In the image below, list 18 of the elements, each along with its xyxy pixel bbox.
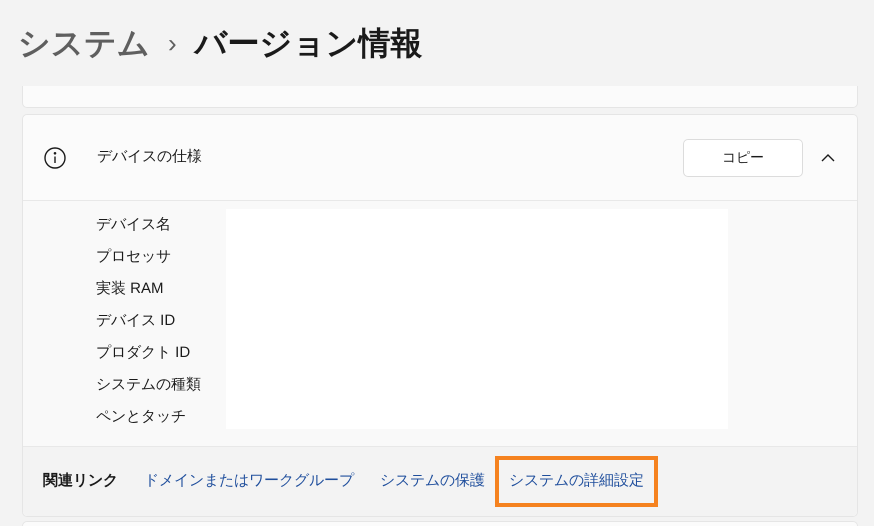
copy-button[interactable]: コピー [683,138,803,176]
breadcrumb-parent[interactable]: システム [18,19,150,67]
page-title: バージョン情報 [194,24,423,63]
breadcrumb-separator: › [168,26,177,60]
spec-label: プロダクト ID [96,343,192,363]
spec-label: ペンとタッチ [96,407,187,427]
related-link[interactable]: ドメインまたはワークグループ [144,470,354,493]
spec-label: デバイス名 [96,215,172,235]
spec-label: 実装 RAM [96,279,164,299]
caret-icon [821,152,835,162]
card-title: デバイスの仕様 [97,147,202,168]
related-link[interactable]: システムの詳細設定 [495,456,658,507]
spec-label: システムの種類 [96,375,202,395]
spec-label: デバイス ID [96,311,176,331]
related-links-heading: 関連リンク [43,471,118,492]
info-icon [43,146,67,170]
related-link[interactable]: システムの保護 [380,470,485,493]
spec-label: プロセッサ [96,247,172,267]
